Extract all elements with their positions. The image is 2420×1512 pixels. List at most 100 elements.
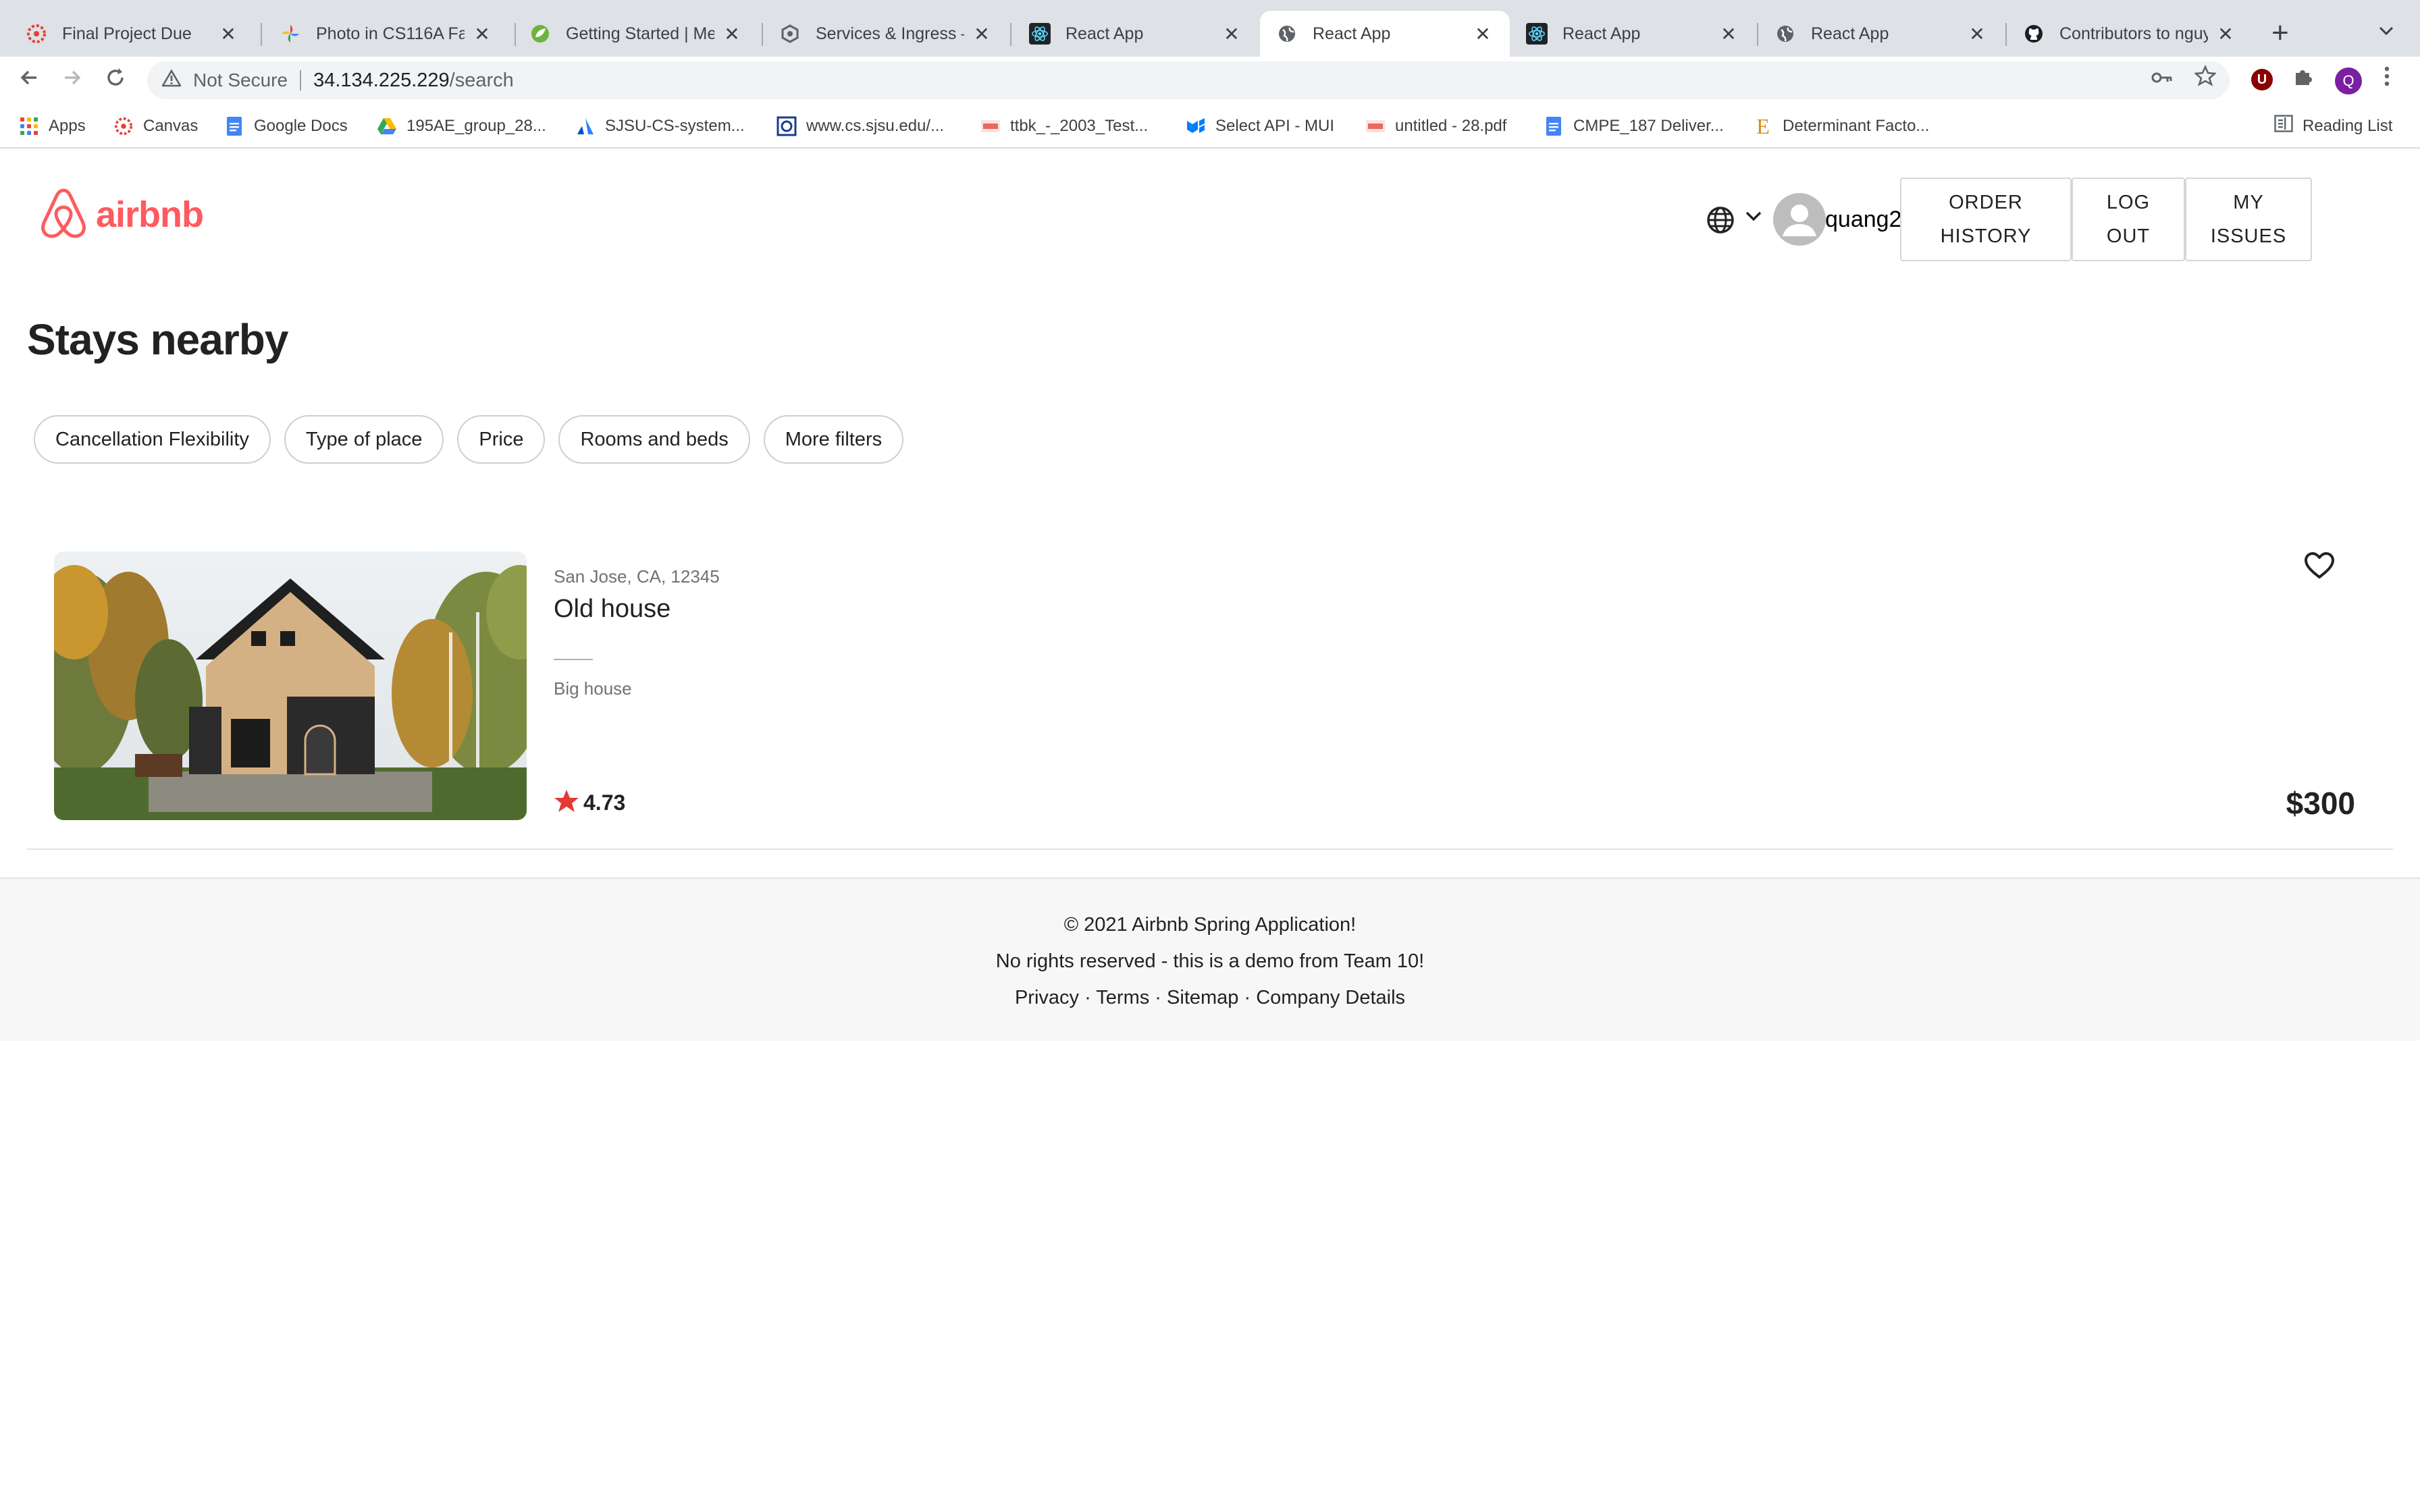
listing-location: San Jose, CA, 12345 xyxy=(554,566,720,587)
page-content: airbnb quang2 ORDER HISTORY LOG OUT MY I… xyxy=(0,149,2420,1512)
bookmark-canvas[interactable]: Canvas xyxy=(113,115,198,138)
tab-title: React App xyxy=(1811,24,1889,43)
address-bar[interactable]: Not Secure 34.134.225.229 /search xyxy=(147,61,2230,99)
page-title: Stays nearby xyxy=(27,315,288,364)
close-icon[interactable]: ✕ xyxy=(1966,23,1988,45)
footer-link-company-details[interactable]: Company Details xyxy=(1256,987,1405,1008)
browser-tab-active[interactable]: React App ✕ xyxy=(1260,11,1510,57)
heart-favorite-icon[interactable] xyxy=(2304,551,2335,583)
chevron-down-icon[interactable] xyxy=(1745,210,1762,225)
footer-link-sitemap[interactable]: Sitemap xyxy=(1167,987,1238,1008)
bookmark-label: Select API - MUI xyxy=(1215,117,1335,135)
bookmark-cmpe187[interactable]: CMPE_187 Deliver... xyxy=(1544,115,1724,138)
bookmarks-bar: Apps Canvas Google Docs 195AE_group_28..… xyxy=(0,104,2420,148)
listing-price: $300 xyxy=(2286,786,2355,821)
extension-icon[interactable]: U xyxy=(2251,69,2273,90)
google-docs-icon xyxy=(224,116,244,136)
listing-rating: 4.73 xyxy=(554,789,625,817)
atlassian-icon xyxy=(575,116,596,136)
bookmark-mui[interactable]: Select API - MUI xyxy=(1186,115,1334,138)
close-icon[interactable]: ✕ xyxy=(1472,23,1494,45)
globe-language-icon[interactable] xyxy=(1706,205,1735,242)
bookmark-label: www.cs.sjsu.edu/... xyxy=(806,117,945,135)
bookmark-label: Google Docs xyxy=(254,117,348,135)
bookmark-drive[interactable]: 195AE_group_28... xyxy=(377,115,546,138)
browser-tab[interactable]: Final Project Due ✕ xyxy=(9,11,255,57)
browser-tab[interactable]: React App ✕ xyxy=(1013,11,1259,57)
url-host: 34.134.225.229 xyxy=(313,69,450,91)
profile-avatar[interactable]: Q xyxy=(2335,68,2362,94)
browser-tab[interactable]: Photo in CS116A Fall 2... ✕ xyxy=(263,11,509,57)
order-history-button[interactable]: ORDER HISTORY xyxy=(1900,178,2072,261)
filter-rooms-and-beds[interactable]: Rooms and beds xyxy=(558,415,750,464)
footer-copyright: © 2021 Airbnb Spring Application! xyxy=(1063,914,1357,936)
bookmark-determinant[interactable]: E Determinant Facto... xyxy=(1753,114,1929,138)
browser-tab[interactable]: Services & Ingress – Ku... ✕ xyxy=(763,11,1009,57)
filter-type-of-place[interactable]: Type of place xyxy=(284,415,444,464)
forward-button[interactable] xyxy=(61,66,84,95)
reading-list-icon xyxy=(2274,115,2293,137)
user-avatar[interactable] xyxy=(1773,193,1826,246)
close-icon[interactable]: ✕ xyxy=(2215,23,2236,45)
security-status-label[interactable]: Not Secure xyxy=(193,70,288,91)
tab-title: Getting Started | Messa... xyxy=(566,24,714,43)
back-button[interactable] xyxy=(18,66,41,95)
bookmark-google-docs[interactable]: Google Docs xyxy=(224,115,348,138)
tab-title: Services & Ingress – Ku... xyxy=(816,24,964,43)
bookmark-apps[interactable]: Apps xyxy=(19,115,86,138)
logo-text: airbnb xyxy=(96,194,204,235)
footer-links: Privacy · Terms · Sitemap · Company Deta… xyxy=(0,987,2420,1009)
my-issues-button[interactable]: MY ISSUES xyxy=(2185,178,2312,261)
browser-tab[interactable]: React App ✕ xyxy=(1758,11,2004,57)
browser-tab[interactable]: Getting Started | Messa... ✕ xyxy=(513,11,759,57)
bookmark-label: ttbk_-_2003_Test... xyxy=(1010,117,1149,135)
reading-list-button[interactable]: Reading List xyxy=(2274,115,2392,137)
listing-card[interactable]: San Jose, CA, 12345 Old house Big house … xyxy=(27,522,2393,850)
tab-search-chevron-icon[interactable] xyxy=(2378,20,2394,41)
close-icon[interactable]: ✕ xyxy=(1718,23,1739,45)
listing-photo[interactable] xyxy=(54,551,527,820)
footer-link-terms[interactable]: Terms xyxy=(1096,987,1149,1008)
airbnb-logo[interactable]: airbnb xyxy=(38,186,204,242)
address-divider xyxy=(300,70,302,90)
star-bookmark-icon[interactable] xyxy=(2193,64,2217,92)
puzzle-extensions-icon[interactable] xyxy=(2292,66,2313,94)
mui-icon xyxy=(1186,116,1206,136)
new-tab-button[interactable]: + xyxy=(2271,16,2289,50)
bookmark-cs-sjsu[interactable]: www.cs.sjsu.edu/... xyxy=(777,115,944,138)
bookmark-label: Canvas xyxy=(143,117,199,135)
close-icon[interactable]: ✕ xyxy=(971,23,993,45)
close-icon[interactable]: ✕ xyxy=(471,23,493,45)
filter-cancellation-flexibility[interactable]: Cancellation Flexibility xyxy=(34,415,271,464)
tab-title: React App xyxy=(1066,24,1144,43)
listing-title[interactable]: Old house xyxy=(554,595,670,624)
rating-value: 4.73 xyxy=(583,790,626,815)
browser-tab[interactable]: Contributors to nguyen... ✕ xyxy=(2007,11,2253,57)
close-icon[interactable]: ✕ xyxy=(721,23,743,45)
filter-more-filters[interactable]: More filters xyxy=(763,415,904,464)
google-docs-icon xyxy=(1544,116,1564,136)
kebab-menu-icon[interactable] xyxy=(2384,65,2390,94)
close-icon[interactable]: ✕ xyxy=(1221,23,1242,45)
react-icon xyxy=(1029,23,1051,45)
listing-divider xyxy=(554,659,593,660)
bookmark-ttbk[interactable]: ttbk_-_2003_Test... xyxy=(980,115,1148,138)
bookmark-sjsu-cs[interactable]: SJSU-CS-system... xyxy=(575,115,745,138)
star-icon xyxy=(554,789,579,817)
globe-icon xyxy=(1774,23,1796,45)
filter-bar: Cancellation Flexibility Type of place P… xyxy=(34,415,904,464)
filter-price[interactable]: Price xyxy=(457,415,546,464)
browser-tab[interactable]: React App ✕ xyxy=(1510,11,1756,57)
github-icon xyxy=(2023,23,2045,45)
bookmark-untitled-pdf[interactable]: untitled - 28.pdf xyxy=(1365,115,1506,138)
gcp-icon xyxy=(779,23,801,45)
key-icon[interactable] xyxy=(2151,68,2173,90)
google-drive-icon xyxy=(377,116,397,136)
close-icon[interactable]: ✕ xyxy=(217,23,239,45)
log-out-button[interactable]: LOG OUT xyxy=(2072,178,2185,261)
footer-link-separator: · xyxy=(1079,987,1097,1008)
tab-title: Final Project Due xyxy=(62,24,192,43)
listing-description: Big house xyxy=(554,678,632,699)
reload-button[interactable] xyxy=(104,66,127,95)
footer-link-privacy[interactable]: Privacy xyxy=(1015,987,1079,1008)
